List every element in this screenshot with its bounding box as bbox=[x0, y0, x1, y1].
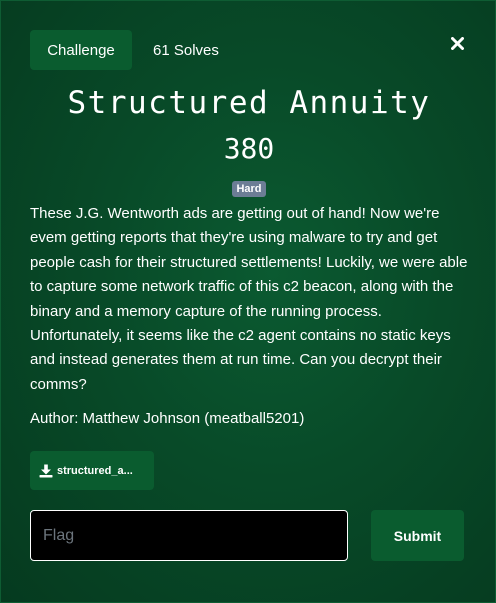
tab-solves[interactable]: 61 Solves bbox=[141, 30, 231, 70]
tab-challenge-label: Challenge bbox=[47, 41, 115, 59]
download-file-button[interactable]: structured_a... bbox=[30, 451, 154, 490]
file-name: structured_a... bbox=[57, 464, 133, 477]
challenge-points: 380 bbox=[223, 132, 275, 165]
challenge-description: These J.G. Wentworth ads are getting out… bbox=[30, 205, 468, 393]
submit-button[interactable]: Submit bbox=[371, 510, 464, 561]
difficulty-badge: Hard bbox=[232, 181, 266, 197]
tab-solves-label: 61 Solves bbox=[153, 41, 219, 59]
close-button[interactable] bbox=[445, 31, 469, 55]
challenge-author: Author: Matthew Johnson (meatball5201) bbox=[30, 410, 305, 427]
challenge-title: Structured Annuity bbox=[67, 85, 431, 121]
flag-input[interactable] bbox=[30, 510, 348, 561]
difficulty-row: Hard bbox=[1, 181, 496, 197]
tab-challenge[interactable]: Challenge bbox=[30, 30, 132, 70]
download-icon bbox=[39, 464, 53, 477]
challenge-modal: Challenge 61 Solves Structured Annuity 3… bbox=[0, 0, 496, 603]
close-icon bbox=[450, 36, 464, 50]
